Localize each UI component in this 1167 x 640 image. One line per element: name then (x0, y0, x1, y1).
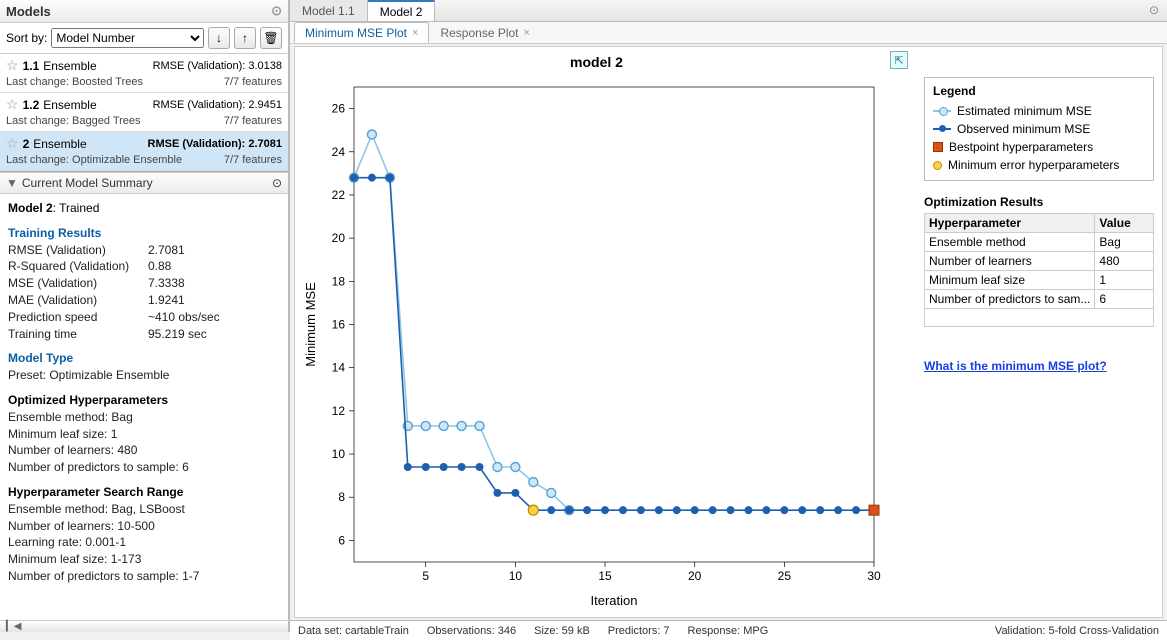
opt-param-name: Number of learners (925, 252, 1095, 271)
svg-text:16: 16 (332, 318, 346, 332)
svg-text:8: 8 (338, 490, 345, 504)
model-rmse: RMSE (Validation): 2.9451 (153, 99, 282, 111)
model-features: 7/7 features (224, 154, 282, 166)
opt-param-value: 1 (1095, 271, 1154, 290)
model-list: ☆ 1.1 Ensemble RMSE (Validation): 3.0138… (0, 54, 288, 172)
summary-title: Current Model Summary (22, 176, 153, 190)
sub-tab[interactable]: Response Plot× (429, 22, 540, 43)
status-observations: Observations: 346 (427, 625, 516, 637)
model-features: 7/7 features (224, 76, 282, 88)
top-tab[interactable]: Model 2 (368, 0, 436, 21)
opt-param-value: 6 (1095, 290, 1154, 309)
legend-box: Legend Estimated minimum MSE Observed mi… (924, 77, 1154, 181)
star-icon[interactable]: ☆ (6, 57, 19, 74)
model-last-change: Last change: Bagged Trees (6, 115, 141, 127)
opt-results-table: HyperparameterValueEnsemble methodBagNum… (924, 213, 1154, 327)
svg-text:14: 14 (332, 361, 346, 375)
star-icon[interactable]: ☆ (6, 135, 19, 152)
star-icon[interactable]: ☆ (6, 96, 19, 113)
legend-marker-observed (933, 128, 951, 130)
opt-param-name: Minimum leaf size (925, 271, 1095, 290)
legend-marker-bestpoint (933, 142, 943, 152)
top-tab-bar: Model 1.1Model 2 ⊙ (290, 0, 1167, 22)
sub-tab-close-icon[interactable]: × (524, 27, 530, 39)
legend-label: Estimated minimum MSE (957, 104, 1092, 118)
svg-text:20: 20 (688, 569, 702, 583)
svg-text:10: 10 (332, 447, 346, 461)
model-type: Ensemble (43, 98, 96, 112)
sort-label: Sort by: (6, 31, 47, 45)
summary-header: ▼ Current Model Summary ⊙ (0, 172, 288, 194)
svg-text:22: 22 (332, 188, 346, 202)
collapse-handle[interactable]: ▎◀ (0, 620, 290, 632)
delete-button[interactable]: 🗑 (260, 27, 282, 49)
expand-plot-icon[interactable]: ⇱ (890, 51, 908, 69)
models-panel-close-icon[interactable]: ⊙ (271, 3, 282, 19)
opt-results-scrollbar[interactable] (924, 329, 1154, 345)
model-number: 1.1 (23, 59, 40, 73)
status-predictors: Predictors: 7 (608, 625, 670, 637)
model-list-item[interactable]: ☆ 2 Ensemble RMSE (Validation): 2.7081 L… (0, 132, 288, 171)
model-last-change: Last change: Optimizable Ensemble (6, 154, 182, 166)
svg-text:10: 10 (509, 569, 523, 583)
opt-param-name: Number of predictors to sam... (925, 290, 1095, 309)
status-bar: Data set: cartableTrain Observations: 34… (290, 620, 1167, 640)
opt-param-value: 480 (1095, 252, 1154, 271)
opt-results-title: Optimization Results (924, 195, 1154, 209)
legend-marker-estimated (933, 110, 951, 112)
legend-label: Bestpoint hyperparameters (949, 140, 1093, 154)
summary-options-icon[interactable]: ⊙ (272, 176, 282, 190)
summary-panel: Model 2: TrainedTraining ResultsRMSE (Va… (0, 194, 288, 620)
model-list-item[interactable]: ☆ 1.1 Ensemble RMSE (Validation): 3.0138… (0, 54, 288, 93)
status-dataset: Data set: cartableTrain (298, 625, 409, 637)
opt-param-name: Ensemble method (925, 233, 1095, 252)
tab-close-icon[interactable]: ⊙ (1141, 0, 1167, 21)
svg-text:6: 6 (338, 533, 345, 547)
status-validation: Validation: 5-fold Cross-Validation (995, 625, 1159, 637)
sort-select[interactable]: Model Number (51, 28, 204, 48)
svg-text:Iteration: Iteration (591, 593, 638, 608)
status-size: Size: 59 kB (534, 625, 590, 637)
svg-text:24: 24 (332, 145, 346, 159)
legend-label: Minimum error hyperparameters (948, 158, 1119, 172)
svg-text:12: 12 (332, 404, 346, 418)
svg-text:model 2: model 2 (570, 54, 623, 70)
svg-text:25: 25 (778, 569, 792, 583)
models-panel-header: Models ⊙ (0, 0, 288, 23)
svg-text:5: 5 (422, 569, 429, 583)
models-title: Models (6, 4, 51, 19)
chart-zone: ⇱ model 2 5 10 15 20 25 30 Iteration 6 8 10 12 14 16 1… (299, 47, 916, 613)
sub-tab-bar: Minimum MSE Plot×Response Plot× (290, 22, 1167, 44)
legend-marker-minerror (933, 161, 942, 170)
mse-chart: model 2 5 10 15 20 25 30 Iteration 6 8 10 12 14 16 18 2… (299, 47, 894, 617)
model-last-change: Last change: Boosted Trees (6, 76, 143, 88)
sort-up-button[interactable]: ↑ (234, 27, 256, 49)
top-tab[interactable]: Model 1.1 (290, 0, 368, 21)
model-number: 2 (23, 137, 30, 151)
model-features: 7/7 features (224, 115, 282, 127)
legend-label: Observed minimum MSE (957, 122, 1090, 136)
sub-tab[interactable]: Minimum MSE Plot× (294, 22, 429, 43)
model-rmse: RMSE (Validation): 2.7081 (148, 138, 282, 150)
svg-text:20: 20 (332, 231, 346, 245)
model-list-item[interactable]: ☆ 1.2 Ensemble RMSE (Validation): 2.9451… (0, 93, 288, 132)
optimization-results: Optimization Results HyperparameterValue… (924, 195, 1154, 345)
sort-down-button[interactable]: ↓ (208, 27, 230, 49)
sub-tab-close-icon[interactable]: × (412, 27, 418, 39)
svg-text:30: 30 (867, 569, 881, 583)
opt-param-value: Bag (1095, 233, 1154, 252)
legend-title: Legend (933, 84, 1145, 98)
svg-text:Minimum MSE: Minimum MSE (303, 282, 318, 367)
mse-help-link[interactable]: What is the minimum MSE plot? (924, 359, 1154, 373)
svg-text:18: 18 (332, 274, 346, 288)
svg-text:15: 15 (598, 569, 612, 583)
svg-text:26: 26 (332, 102, 346, 116)
model-type: Ensemble (43, 59, 96, 73)
model-number: 1.2 (23, 98, 40, 112)
model-type: Ensemble (33, 137, 86, 151)
model-rmse: RMSE (Validation): 3.0138 (153, 60, 282, 72)
status-response: Response: MPG (688, 625, 769, 637)
